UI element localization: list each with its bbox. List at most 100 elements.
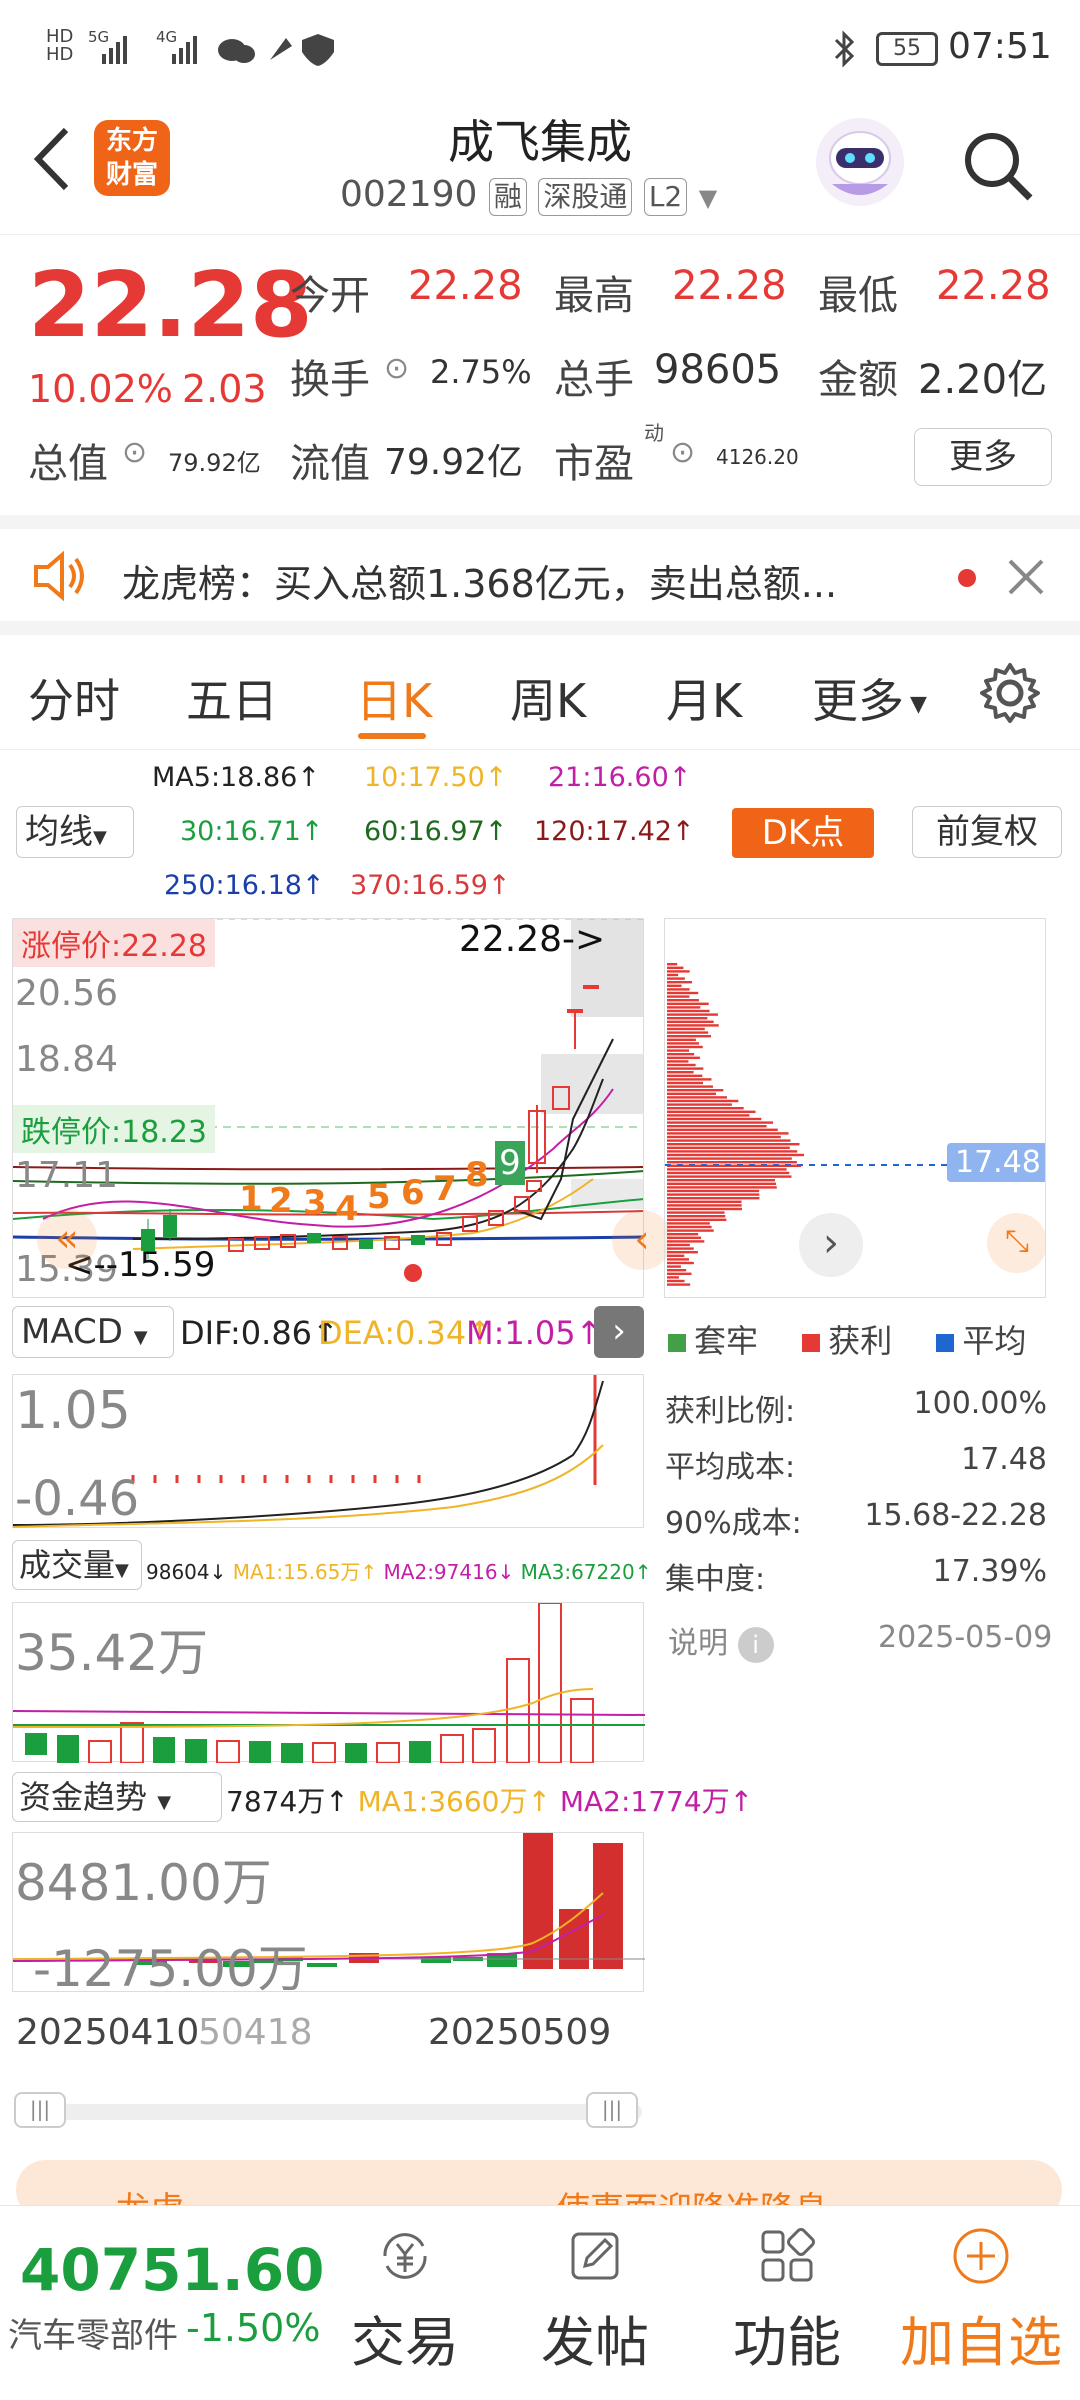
seq-count-4: 4 (335, 1189, 359, 1229)
nav-trade[interactable]: 交易 (330, 2226, 480, 2377)
chip-bar (667, 1146, 790, 1149)
tab-weekly-k[interactable]: 周K (510, 665, 586, 731)
seq-count-2: 2 (269, 1181, 293, 1221)
tab-intraday[interactable]: 分时 (28, 665, 120, 731)
nav-functions[interactable]: 功能 (712, 2226, 862, 2377)
close-icon[interactable] (1004, 555, 1048, 599)
chevron-right-icon[interactable]: › (799, 1213, 863, 1277)
chip-distribution-chart[interactable]: 17.48 › ⤡ (664, 918, 1046, 1298)
chip-bar (667, 973, 679, 977)
chip-bar (667, 991, 699, 995)
more-quote-button[interactable]: 更多 (914, 428, 1052, 486)
svg-text:4G: 4G (156, 28, 177, 46)
chip-bar (667, 1161, 797, 1164)
seq-count-8: 8 (465, 1155, 489, 1195)
stat-value: 17.48 (961, 1442, 1047, 1477)
stat-concentration: 集中度: 17.39% (665, 1554, 1047, 1598)
sector-index-value[interactable]: 40751.60 (20, 2236, 325, 2304)
scroll-left-fast-icon[interactable]: « (37, 1209, 97, 1269)
chip-bar (667, 1261, 694, 1265)
chip-bar (667, 963, 678, 966)
fund-bar (593, 1843, 623, 1969)
chip-note[interactable]: 说明 i (668, 1618, 774, 1663)
info-dots-icon[interactable]: ⊙ (670, 435, 695, 470)
avg-cost-label: 17.48 (947, 1143, 1045, 1182)
tab-daily-k[interactable]: 日K (356, 665, 432, 731)
chip-bar (667, 999, 699, 1002)
chip-bar (667, 988, 690, 991)
stat-value: 17.39% (932, 1554, 1047, 1589)
nav-post-label: 发帖 (541, 2311, 649, 2374)
volume-bar (312, 1742, 336, 1764)
quote-panel: 22.28 10.02% 2.03 今开 22.28 最高 22.28 最低 2… (0, 235, 1080, 515)
dragon-tiger-notice[interactable]: 龙虎榜：买入总额1.368亿元，卖出总额... (0, 515, 1080, 635)
ma10-value: 10:17.50↑ (364, 762, 508, 793)
macd-selector[interactable]: MACD ▼ (12, 1306, 174, 1358)
hd-indicator: HD HD (46, 26, 74, 65)
legend-profit-label: 获利 (828, 1322, 893, 1360)
gear-icon[interactable] (978, 661, 1042, 725)
kline-chart[interactable]: 涨停价:22.28 22.28-> 20.56 18.84 跌停价:18.23 … (12, 918, 644, 1298)
volume-bar (538, 1602, 562, 1764)
nav-post[interactable]: 发帖 (520, 2226, 670, 2377)
chip-note-label: 说明 (668, 1626, 728, 1661)
edit-icon (571, 2232, 619, 2280)
dk-point-button[interactable]: DK点 (732, 808, 874, 858)
turnover-value: 2.75% (430, 353, 532, 391)
expand-icon[interactable]: ⤡ (987, 1213, 1045, 1273)
stock-code-row[interactable]: 002190 融 深股通 L2 ▼ (340, 174, 717, 216)
chip-bar (667, 1143, 800, 1146)
ma21-value: 21:16.60↑ (548, 762, 692, 793)
tab-more-label: 更多 (812, 674, 904, 728)
seq-count-9: 9 (495, 1141, 525, 1185)
chip-bar (667, 1229, 714, 1232)
badge-level2: L2 (643, 178, 688, 216)
chip-bar (667, 1186, 777, 1189)
tab-monthly-k[interactable]: 月K (666, 665, 742, 731)
stock-title[interactable]: 成飞集成 (0, 106, 1080, 172)
ma-selector[interactable]: 均线▼ (16, 806, 134, 858)
nav-add-watchlist[interactable]: 加自选 (886, 2226, 1076, 2377)
chip-bar (667, 1009, 710, 1013)
info-dots-icon[interactable]: ⊙ (384, 351, 409, 386)
stat-key: 获利比例: (665, 1394, 796, 1429)
active-tab-indicator (358, 733, 426, 739)
seq-count-7: 7 (433, 1169, 457, 1209)
badge-shenguatong: 深股通 (538, 178, 633, 216)
volume-ma3: MA3:67220↑ (520, 1560, 652, 1584)
volume-bar (88, 1740, 112, 1764)
volume-bar (440, 1734, 464, 1764)
volume-chart: 35.42万 (12, 1602, 646, 1764)
chip-bar (667, 1168, 787, 1171)
volume-bar (506, 1658, 530, 1764)
chip-bar (667, 1215, 726, 1218)
range-scrollbar[interactable] (20, 2104, 642, 2120)
change-amount: 2.03 (182, 367, 267, 411)
chevron-right-icon[interactable]: › (594, 1306, 644, 1358)
tab-more[interactable]: 更多 ▼ (812, 665, 927, 731)
badge-margin: 融 (488, 178, 527, 216)
chip-bar (667, 1053, 695, 1056)
robot-assistant-icon[interactable] (812, 114, 908, 210)
search-icon[interactable] (958, 126, 1038, 206)
info-dots-icon[interactable]: ⊙ (122, 435, 147, 470)
date-mid: 50418 (198, 2012, 313, 2053)
chevron-left-icon[interactable]: ‹ (612, 1210, 672, 1270)
stock-header: 东方 财富 成飞集成 002190 融 深股通 L2 ▼ (0, 100, 1080, 235)
volume-bar (570, 1698, 594, 1764)
volume-selector[interactable]: 成交量▼ (12, 1540, 142, 1590)
bluetooth-icon (834, 30, 855, 68)
chart-area: MA5:18.86↑ 10:17.50↑ 21:16.60↑ 均线▼ 30:16… (0, 750, 1080, 2220)
fund-trend-selector[interactable]: 资金趋势 ▼ (12, 1772, 222, 1822)
price-adjust-button[interactable]: 前复权 (912, 806, 1062, 858)
chip-bar (667, 1243, 690, 1247)
y-tick-3: 17.11 (15, 1155, 119, 1196)
tab-five-day[interactable]: 五日 (186, 665, 278, 731)
volume-label: 总手 (554, 357, 634, 403)
float-value-label: 流值 (290, 441, 370, 487)
range-handle-left[interactable]: ||| (14, 2092, 66, 2128)
range-handle-right[interactable]: ||| (586, 2092, 638, 2128)
volume-bar (25, 1733, 47, 1755)
chip-bar (667, 1125, 767, 1128)
fund-current: 7874万↑ (226, 1785, 349, 1818)
